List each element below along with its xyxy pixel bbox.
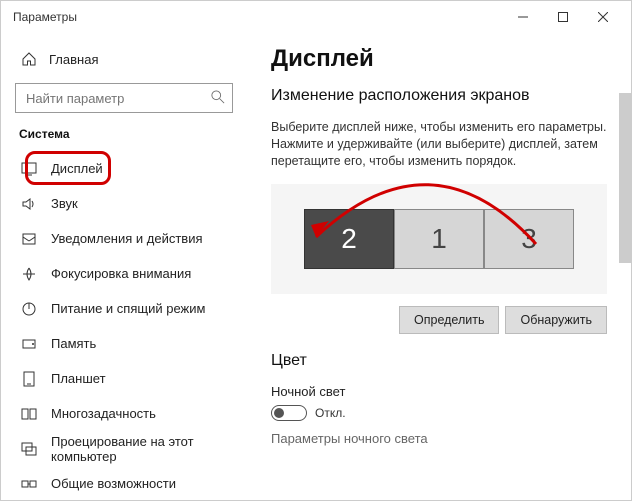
identify-button[interactable]: Определить (399, 306, 499, 334)
sidebar-item-sound[interactable]: Звук (15, 186, 233, 221)
projection-icon (21, 441, 37, 457)
night-light-toggle[interactable] (271, 405, 307, 421)
sidebar-item-projection[interactable]: Проецирование на этот компьютер (15, 431, 233, 466)
search-input[interactable] (15, 83, 233, 113)
window-controls (503, 1, 623, 33)
tablet-icon (21, 371, 37, 387)
maximize-icon[interactable] (543, 1, 583, 33)
home-label: Главная (49, 52, 98, 67)
home-icon (21, 51, 37, 67)
minimize-icon[interactable] (503, 1, 543, 33)
power-icon (21, 301, 37, 317)
notifications-icon (21, 231, 37, 247)
detect-button[interactable]: Обнаружить (505, 306, 607, 334)
sidebar-item-label: Проецирование на этот компьютер (51, 434, 233, 464)
search-box[interactable] (15, 83, 233, 113)
nav-list: Дисплей Звук Уведомления и действия Фоку… (15, 151, 233, 501)
night-light-params-link[interactable]: Параметры ночного света (271, 431, 607, 446)
sidebar-item-label: Дисплей (51, 161, 103, 176)
monitor-3[interactable]: 3 (484, 209, 574, 269)
night-light-state: Откл. (315, 406, 346, 420)
sidebar-item-label: Общие возможности (51, 476, 176, 491)
close-icon[interactable] (583, 1, 623, 33)
display-buttons: Определить Обнаружить (271, 306, 607, 334)
sidebar-item-storage[interactable]: Память (15, 326, 233, 361)
sidebar: Главная Система Дисплей Звук Уведомления… (1, 33, 247, 502)
scrollbar[interactable] (619, 93, 631, 263)
main-panel: Дисплей Изменение расположения экранов В… (247, 33, 631, 502)
storage-icon (21, 336, 37, 352)
section-arrange: Изменение расположения экранов (271, 87, 607, 105)
sidebar-item-focus[interactable]: Фокусировка внимания (15, 256, 233, 291)
sidebar-item-notifications[interactable]: Уведомления и действия (15, 221, 233, 256)
home-link[interactable]: Главная (15, 41, 233, 77)
monitor-2[interactable]: 2 (304, 209, 394, 269)
sidebar-item-label: Память (51, 336, 96, 351)
sidebar-item-display[interactable]: Дисплей (15, 151, 233, 186)
search-icon (211, 90, 225, 104)
instruction-text: Выберите дисплей ниже, чтобы изменить ег… (271, 119, 607, 170)
sidebar-item-label: Уведомления и действия (51, 231, 203, 246)
multitask-icon (21, 406, 37, 422)
section-color: Цвет (271, 352, 607, 370)
sidebar-item-tablet[interactable]: Планшет (15, 361, 233, 396)
sidebar-item-label: Планшет (51, 371, 106, 386)
window-title: Параметры (9, 10, 503, 24)
display-arranger[interactable]: 2 1 3 (271, 184, 607, 294)
sound-icon (21, 196, 37, 212)
sidebar-item-shared[interactable]: Общие возможности (15, 466, 233, 501)
category-label: Система (19, 127, 233, 141)
sidebar-item-power[interactable]: Питание и спящий режим (15, 291, 233, 326)
shared-icon (21, 476, 37, 492)
sidebar-item-label: Звук (51, 196, 78, 211)
page-title: Дисплей (271, 45, 607, 73)
sidebar-item-label: Питание и спящий режим (51, 301, 205, 316)
focus-icon (21, 266, 37, 282)
sidebar-item-multitask[interactable]: Многозадачность (15, 396, 233, 431)
toggle-knob (274, 408, 284, 418)
monitor-1[interactable]: 1 (394, 209, 484, 269)
display-icon (21, 161, 37, 177)
night-light-label: Ночной свет (271, 384, 607, 399)
title-bar: Параметры (1, 1, 631, 33)
sidebar-item-label: Фокусировка внимания (51, 266, 191, 281)
sidebar-item-label: Многозадачность (51, 406, 156, 421)
